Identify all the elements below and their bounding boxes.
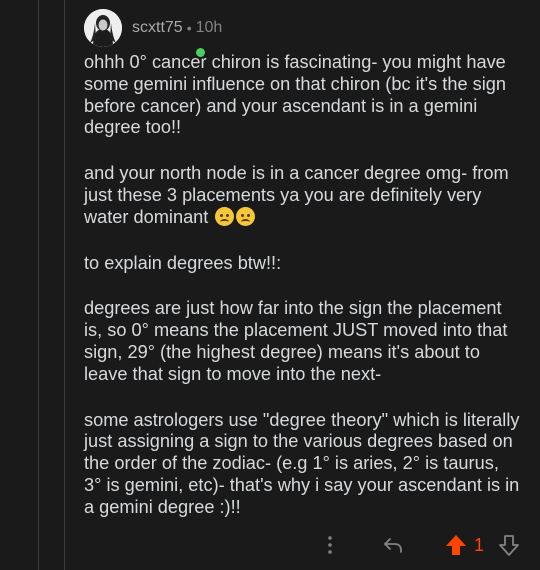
comment-paragraph: some astrologers use "degree theory" whi… xyxy=(84,409,520,517)
avatar-image xyxy=(84,9,122,47)
worried-face-emoji-icon xyxy=(215,206,235,226)
username[interactable]: scxtt75 xyxy=(132,19,183,37)
downvote-arrow-icon[interactable] xyxy=(498,533,520,562)
online-status-dot xyxy=(194,46,207,59)
comment-body: ohhh 0° cancer chiron is fascinating- yo… xyxy=(84,52,520,519)
thread-line[interactable] xyxy=(64,0,65,570)
avatar[interactable] xyxy=(84,9,122,47)
upvote-arrow-icon[interactable] xyxy=(444,533,468,562)
comment-paragraph: and your north node is in a cancer degre… xyxy=(84,163,520,228)
comment-paragraph: ohhh 0° cancer chiron is fascinating- yo… xyxy=(84,52,507,138)
comment-paragraph: to explain degrees btw!!: xyxy=(84,252,282,273)
timestamp: 10h xyxy=(195,19,223,36)
comment-actions-bar: 1 xyxy=(0,530,540,560)
reply-icon[interactable] xyxy=(382,534,404,561)
worried-face-emoji-icon xyxy=(236,206,256,226)
separator-dot: • xyxy=(186,20,192,36)
thread-line[interactable] xyxy=(38,0,39,570)
vote-score: 1 xyxy=(474,535,485,555)
paragraph-text: and your north node is in a cancer degre… xyxy=(84,163,509,227)
comment: scxtt75 • 10h ohhh 0° cancer chiron is f… xyxy=(84,8,520,519)
comment-paragraph: degrees are just how far into the sign t… xyxy=(84,298,508,384)
more-options-icon[interactable] xyxy=(322,534,338,561)
comment-header: scxtt75 • 10h xyxy=(84,8,520,59)
